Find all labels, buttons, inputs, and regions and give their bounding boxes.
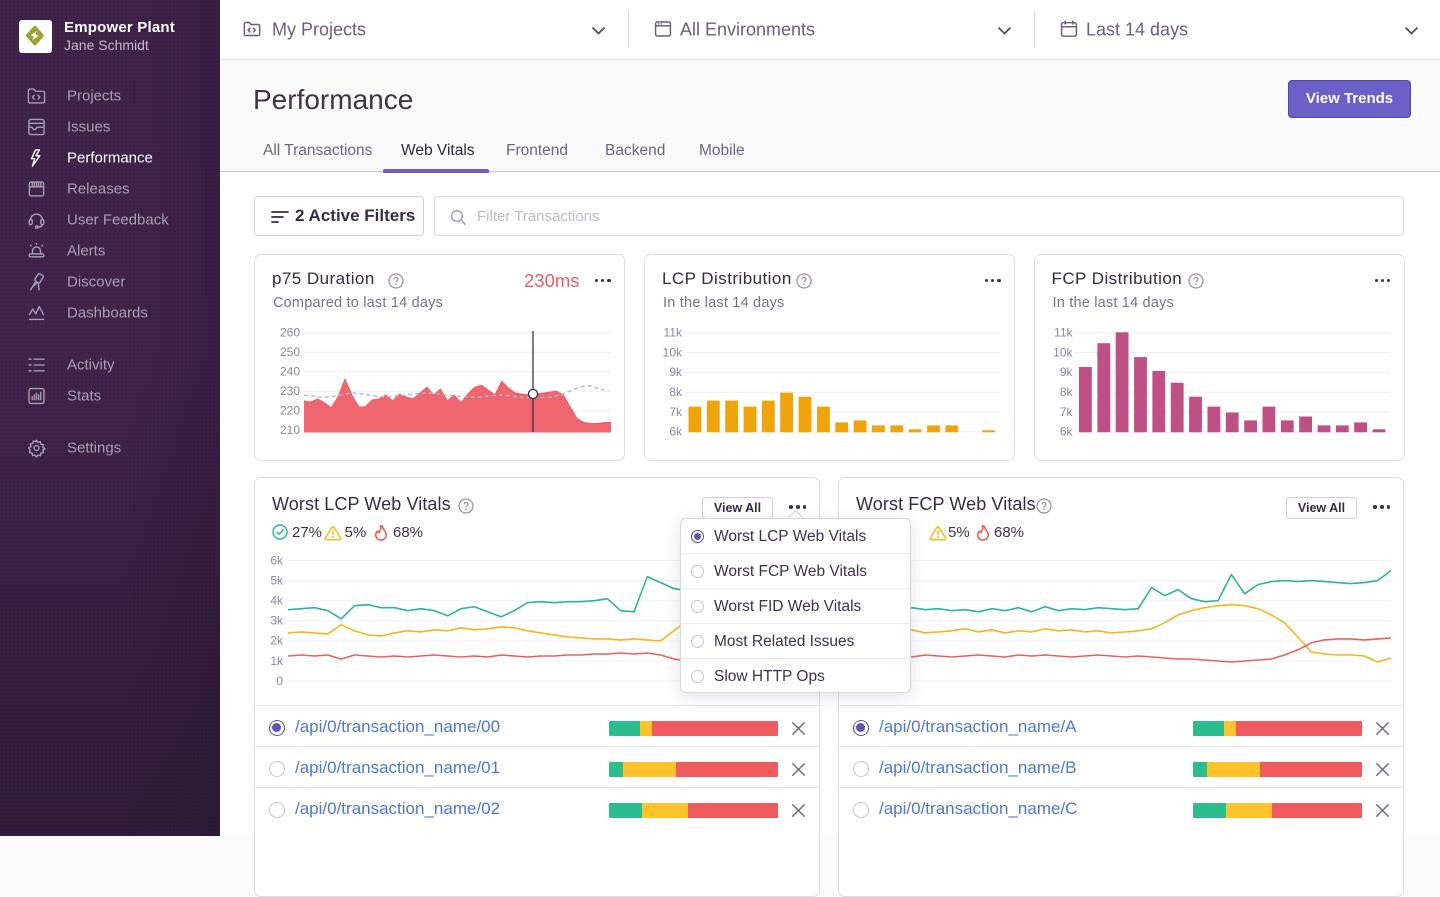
svg-text:7k: 7k <box>1059 405 1073 419</box>
svg-text:6k: 6k <box>669 425 683 439</box>
svg-text:5k: 5k <box>270 573 284 587</box>
svg-text:230: 230 <box>280 384 300 398</box>
svg-text:0: 0 <box>276 674 283 688</box>
svg-text:6k: 6k <box>270 553 284 567</box>
svg-text:240: 240 <box>280 365 300 379</box>
svg-text:9k: 9k <box>669 365 683 379</box>
svg-text:220: 220 <box>280 404 300 418</box>
svg-text:8k: 8k <box>669 385 683 399</box>
svg-text:11k: 11k <box>1054 326 1073 340</box>
svg-text:260: 260 <box>280 326 300 340</box>
svg-text:10k: 10k <box>663 345 683 359</box>
svg-text:9k: 9k <box>1059 365 1073 379</box>
svg-text:4k: 4k <box>270 594 284 608</box>
svg-text:1k: 1k <box>270 654 284 668</box>
svg-text:250: 250 <box>280 345 300 359</box>
svg-text:10k: 10k <box>1053 345 1073 359</box>
svg-text:11k: 11k <box>664 326 683 340</box>
svg-text:8k: 8k <box>1059 385 1073 399</box>
svg-text:7k: 7k <box>669 405 683 419</box>
svg-text:6k: 6k <box>1059 425 1073 439</box>
svg-text:3k: 3k <box>270 614 284 628</box>
svg-text:2k: 2k <box>270 634 284 648</box>
svg-text:210: 210 <box>280 423 300 437</box>
